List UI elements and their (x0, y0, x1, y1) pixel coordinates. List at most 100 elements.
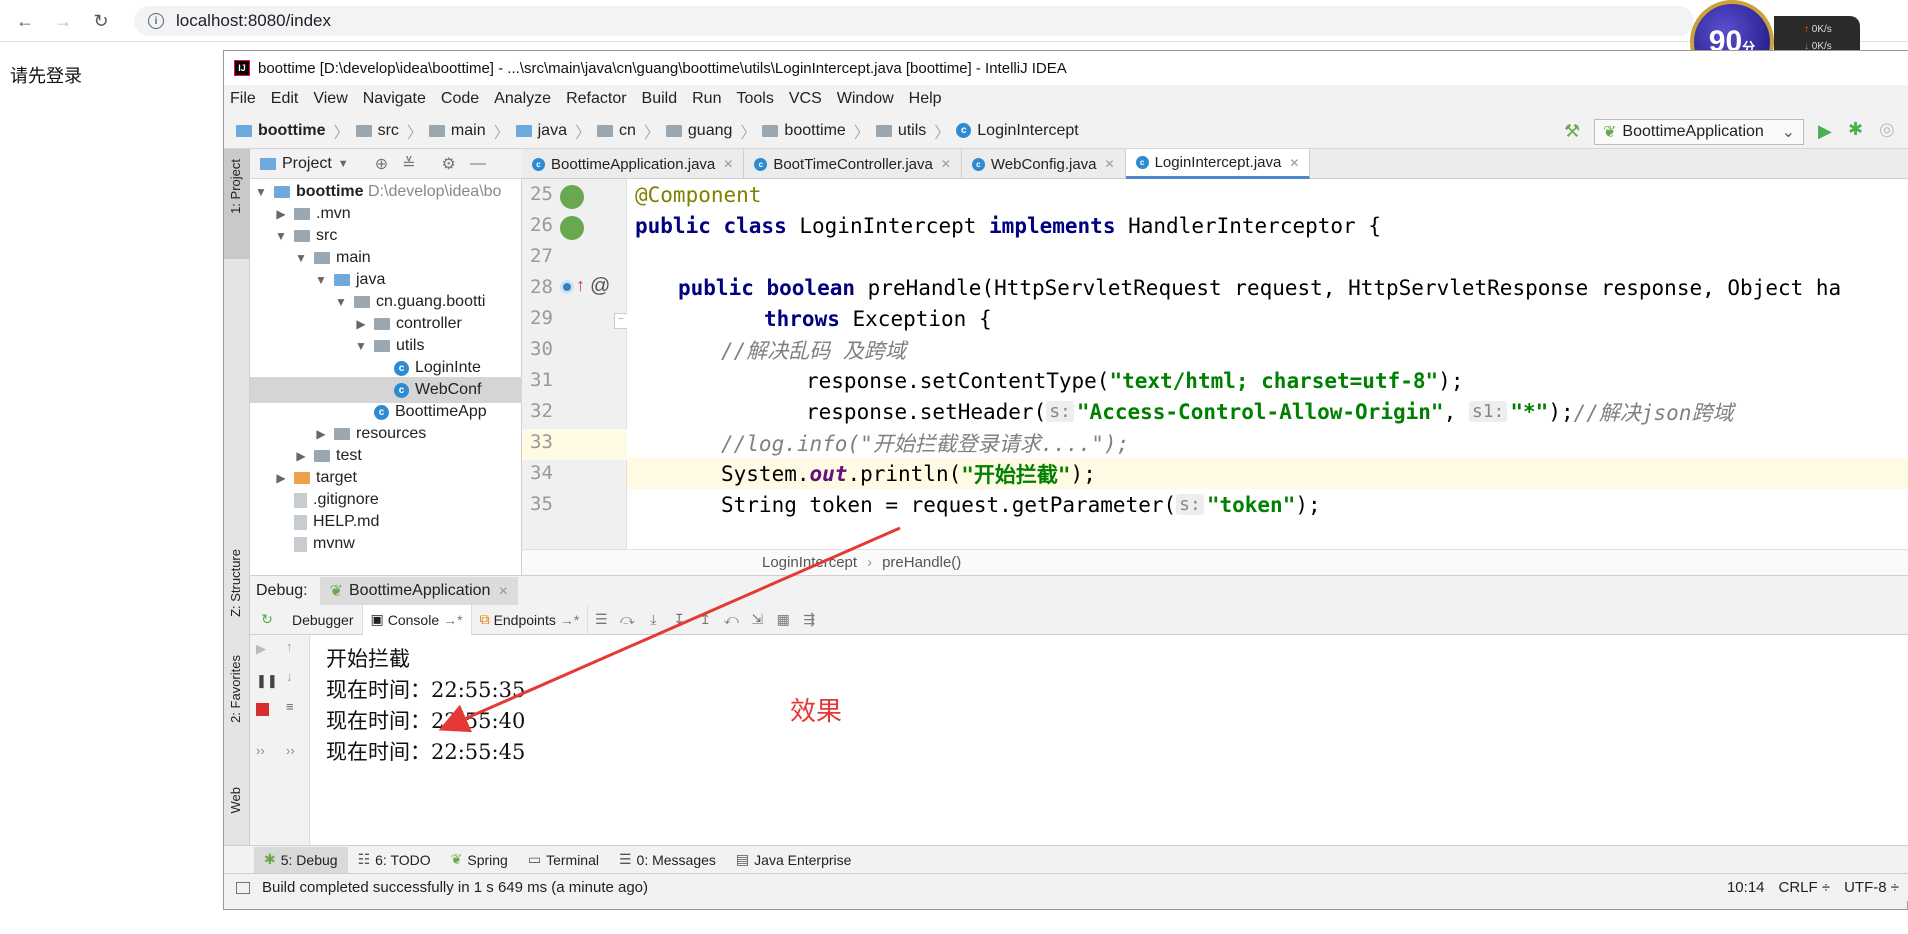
status-message[interactable]: Build completed successfully in 1 s 649 … (262, 879, 648, 896)
console-output[interactable]: 开始拦截 现在时间：22:55:35 现在时间：22:55:40 现在时间：22… (310, 635, 1908, 845)
run-configuration-select[interactable]: ❦ BoottimeApplication ⌄ (1594, 119, 1804, 145)
tool-window-structure[interactable]: Z: Structure (228, 549, 243, 617)
menu-window[interactable]: Window (837, 90, 894, 108)
crumb-class[interactable]: LoginIntercept (762, 554, 857, 571)
step-over-icon[interactable]: ⤓ (645, 611, 661, 628)
caret-position[interactable]: 10:14 (1727, 879, 1765, 896)
info-icon[interactable]: i (148, 13, 164, 29)
rerun-icon[interactable]: ↻ (255, 611, 279, 628)
collapse-all-icon[interactable]: ≚ (402, 154, 415, 174)
tool-window-favorites[interactable]: 2: Favorites (228, 655, 243, 723)
url-text: localhost:8080/index (176, 11, 332, 30)
tool-windows-icon[interactable] (236, 881, 250, 894)
tab-boottimeapplication[interactable]: c BoottimeApplication.java ✕ (522, 149, 745, 179)
stop-icon[interactable] (256, 703, 269, 716)
tree-item-mvnw[interactable]: mvnw (250, 531, 522, 557)
breadcrumb-boottime-pkg[interactable]: boottime (762, 122, 846, 140)
more-icon[interactable]: ›› (256, 743, 265, 758)
line-separator[interactable]: CRLF ÷ (1779, 879, 1831, 896)
annotation-icon[interactable]: @ (590, 275, 610, 298)
run-to-cursor-icon[interactable]: ⇲ (749, 611, 765, 628)
breadcrumb-loginintercept[interactable]: c LoginIntercept (956, 122, 1079, 140)
menu-vcs[interactable]: VCS (789, 90, 822, 108)
run-config-label: BoottimeApplication (1622, 123, 1764, 140)
trace-icon[interactable]: ⇶ (801, 611, 817, 628)
tab-debugger[interactable]: Debugger (284, 604, 363, 635)
breadcrumb-java[interactable]: java (515, 122, 567, 140)
debug-bug-icon[interactable]: ✱ (1848, 119, 1863, 140)
menu-navigate[interactable]: Navigate (363, 90, 426, 108)
debug-session-tab[interactable]: ❦ BoottimeApplication ✕ (319, 576, 519, 605)
override-arrow-icon[interactable]: ↑ (576, 275, 585, 296)
tab-webconfig[interactable]: c WebConfig.java ✕ (962, 149, 1126, 179)
close-icon[interactable]: ✕ (498, 584, 508, 598)
evaluate-icon[interactable]: ▦ (775, 611, 791, 628)
tab-terminal[interactable]: ▭ Terminal (518, 847, 609, 873)
tool-window-web[interactable]: Web (228, 787, 243, 814)
scroll-down-icon[interactable]: ↓ (286, 669, 293, 684)
address-bar[interactable]: i localhost:8080/index (134, 6, 1694, 36)
menu-code[interactable]: Code (441, 90, 479, 108)
drop-frame-icon[interactable]: ⤺ (723, 611, 739, 628)
tab-loginintercept[interactable]: c LoginIntercept.java ✕ (1125, 149, 1311, 179)
tab-debug[interactable]: ✱ 5: Debug (254, 846, 348, 873)
menu-run[interactable]: Run (692, 90, 721, 108)
tab-java-enterprise[interactable]: ▤ Java Enterprise (726, 847, 862, 873)
show-execution-point-icon[interactable]: ⤼ (619, 611, 635, 628)
pause-icon[interactable]: ❚❚ (256, 673, 278, 689)
code-editor[interactable]: @Component public class LoginIntercept i… (627, 179, 1908, 549)
close-icon[interactable]: ✕ (941, 157, 951, 171)
page-message: 请先登录 (10, 66, 82, 86)
file-encoding[interactable]: UTF-8 ÷ (1844, 879, 1899, 896)
tab-spring[interactable]: ❦ Spring (441, 847, 518, 873)
resume-icon[interactable]: ▶ (256, 641, 266, 657)
menu-refactor[interactable]: Refactor (566, 90, 626, 108)
chevron-down-icon[interactable]: ▼ (338, 158, 349, 170)
line-number: 27 (530, 245, 553, 267)
implements-icon[interactable] (560, 280, 574, 294)
scroll-up-icon[interactable]: ↑ (286, 639, 293, 654)
step-into-icon[interactable]: ↧ (671, 611, 687, 628)
breadcrumb-main[interactable]: main (428, 122, 486, 140)
tab-console[interactable]: ▣ Console →* (362, 604, 472, 635)
soft-wrap-icon[interactable]: ≡ (286, 699, 294, 714)
fold-icon[interactable]: − (614, 313, 628, 329)
close-icon[interactable]: ✕ (723, 157, 733, 171)
step-out-icon[interactable]: ↥ (697, 611, 713, 628)
spring-bean-icon[interactable] (560, 216, 584, 240)
menu-help[interactable]: Help (909, 90, 942, 108)
back-icon[interactable]: ← (12, 8, 38, 34)
tab-endpoints[interactable]: ⧉ Endpoints →* (472, 604, 589, 635)
tab-messages[interactable]: ☰ 0: Messages (609, 847, 726, 873)
coverage-icon[interactable]: ◎ (1879, 119, 1895, 140)
close-icon[interactable]: ✕ (1105, 157, 1115, 171)
tool-window-project[interactable]: 1: Project (224, 149, 250, 259)
more-icon[interactable]: ›› (286, 743, 295, 758)
breadcrumb-guang[interactable]: guang (665, 122, 732, 140)
tab-boottimecontroller[interactable]: c BootTimeController.java ✕ (744, 149, 962, 179)
reload-icon[interactable]: ↻ (88, 8, 114, 34)
gear-icon[interactable]: ⚙ (442, 154, 456, 174)
breadcrumb-cn[interactable]: cn (596, 122, 636, 140)
breadcrumb-src[interactable]: src (355, 122, 399, 140)
breadcrumb-utils[interactable]: utils (875, 122, 926, 140)
hide-icon[interactable]: — (470, 155, 486, 173)
close-icon[interactable]: ✕ (1289, 156, 1299, 170)
crumb-method[interactable]: preHandle() (882, 554, 961, 571)
project-view-select[interactable]: Project (282, 155, 332, 173)
menu-build[interactable]: Build (642, 90, 678, 108)
menu-file[interactable]: File (230, 90, 256, 108)
menu-lines-icon[interactable]: ☰ (593, 611, 609, 628)
forward-icon[interactable]: → (50, 8, 76, 34)
menu-view[interactable]: View (313, 90, 347, 108)
menu-edit[interactable]: Edit (271, 90, 299, 108)
menu-analyze[interactable]: Analyze (494, 90, 551, 108)
build-hammer-icon[interactable]: ⚒ (1564, 121, 1580, 142)
breadcrumb-boottime[interactable]: boottime (236, 122, 326, 140)
run-icon[interactable]: ▶ (1818, 121, 1832, 142)
spring-bean-icon[interactable] (560, 185, 584, 209)
tab-todo[interactable]: ☷ 6: TODO (348, 847, 441, 873)
menu-tools[interactable]: Tools (736, 90, 773, 108)
locate-icon[interactable]: ⊕ (375, 154, 388, 174)
module-icon (236, 124, 252, 137)
